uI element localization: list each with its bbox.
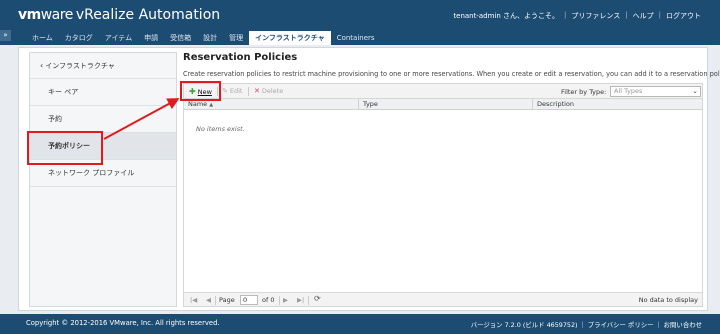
grid-body: No items exist. [183, 110, 703, 292]
grid-pager: |◀ ◀ Page 0 of 0 ▶ ▶| ⟳ No data to displ… [183, 292, 703, 307]
column-header-type[interactable]: Type [358, 99, 532, 110]
empty-grid-message: No items exist. [196, 125, 245, 133]
page-description: Create reservation policies to restrict … [183, 70, 720, 78]
main-panel: Reservation Policies Create reservation … [183, 52, 720, 307]
highlight-new-button [180, 81, 221, 101]
tab-design[interactable]: 設計 [197, 31, 223, 45]
grid-toolbar: ✚ New ✎ Edit ✕ Delete Filter by Type: Al… [183, 83, 703, 99]
page-number-input[interactable]: 0 [240, 295, 258, 305]
preferences-link[interactable]: プリファレンス [566, 11, 625, 21]
version-text: バージョン 7.2.0 (ビルド 4659752) [470, 321, 578, 329]
filter-by-type-label: Filter by Type: [561, 88, 607, 96]
sidebar-item-key-pairs[interactable]: キー ペア [30, 79, 176, 106]
tab-infrastructure[interactable]: インフラストラクチャ [249, 31, 331, 45]
delete-button[interactable]: ✕ Delete [254, 87, 283, 95]
logout-link[interactable]: ログアウト [661, 11, 706, 21]
page-title: Reservation Policies [183, 52, 298, 63]
vmware-logo[interactable]: vmware vRealize Automation [18, 7, 220, 23]
tab-containers[interactable]: Containers [331, 31, 381, 45]
help-link[interactable]: ヘルプ [628, 11, 659, 21]
expand-panel-icon[interactable]: » [0, 30, 11, 41]
refresh-icon[interactable]: ⟳ [314, 294, 321, 303]
chevron-left-icon: ‹ [40, 61, 44, 70]
footer-links: バージョン 7.2.0 (ビルド 4659752) | プライバシー ポリシー … [467, 320, 706, 329]
next-page-icon[interactable]: ▶ [283, 296, 288, 304]
app-footer: Copyright © 2012-2016 VMware, Inc. All r… [0, 314, 720, 334]
copyright-text: Copyright © 2012-2016 VMware, Inc. All r… [26, 319, 220, 327]
tab-catalog[interactable]: カタログ [59, 31, 99, 45]
page-count: of 0 [262, 296, 275, 304]
last-page-icon[interactable]: ▶| [297, 296, 304, 304]
column-header-description[interactable]: Description [532, 99, 702, 110]
tab-inbox[interactable]: 受信箱 [164, 31, 197, 45]
tab-items[interactable]: アイテム [99, 31, 138, 45]
grid-header: Name ▲ Type Description [183, 99, 703, 110]
welcome-user: tenant-admin さん、ようこそ。 [453, 12, 560, 20]
page-label: Page [219, 296, 235, 304]
sidebar: ‹ インフラストラクチャ キー ペア 予約 予約ポリシー ネットワーク プロファイ… [29, 52, 177, 307]
sort-ascending-icon: ▲ [209, 102, 214, 108]
tab-requests[interactable]: 申請 [138, 31, 164, 45]
highlight-reservation-policies [27, 131, 103, 165]
privacy-policy-link[interactable]: プライバシー ポリシー [584, 320, 658, 329]
user-nav: tenant-admin さん、ようこそ。 | プリファレンス | ヘルプ | … [448, 11, 706, 21]
tab-administration[interactable]: 管理 [223, 31, 249, 45]
chevron-down-icon: ⌄ [692, 87, 698, 95]
sidebar-item-reservations[interactable]: 予約 [30, 106, 176, 133]
main-tab-bar: ホーム カタログ アイテム 申請 受信箱 設計 管理 インフラストラクチャ Co… [0, 31, 720, 45]
edit-button[interactable]: ✎ Edit [222, 87, 242, 95]
pager-status: No data to display [638, 296, 698, 304]
tab-home[interactable]: ホーム [26, 31, 59, 45]
delete-x-icon: ✕ [254, 87, 260, 95]
previous-page-icon[interactable]: ◀ [206, 296, 211, 304]
sidebar-back-infrastructure[interactable]: ‹ インフラストラクチャ [30, 53, 176, 79]
pencil-icon: ✎ [222, 87, 228, 95]
filter-type-select[interactable]: All Types ⌄ [610, 86, 701, 97]
app-header: vmware vRealize Automation tenant-admin さ… [0, 0, 720, 31]
contact-link[interactable]: お問い合わせ [660, 320, 706, 329]
first-page-icon[interactable]: |◀ [190, 296, 197, 304]
